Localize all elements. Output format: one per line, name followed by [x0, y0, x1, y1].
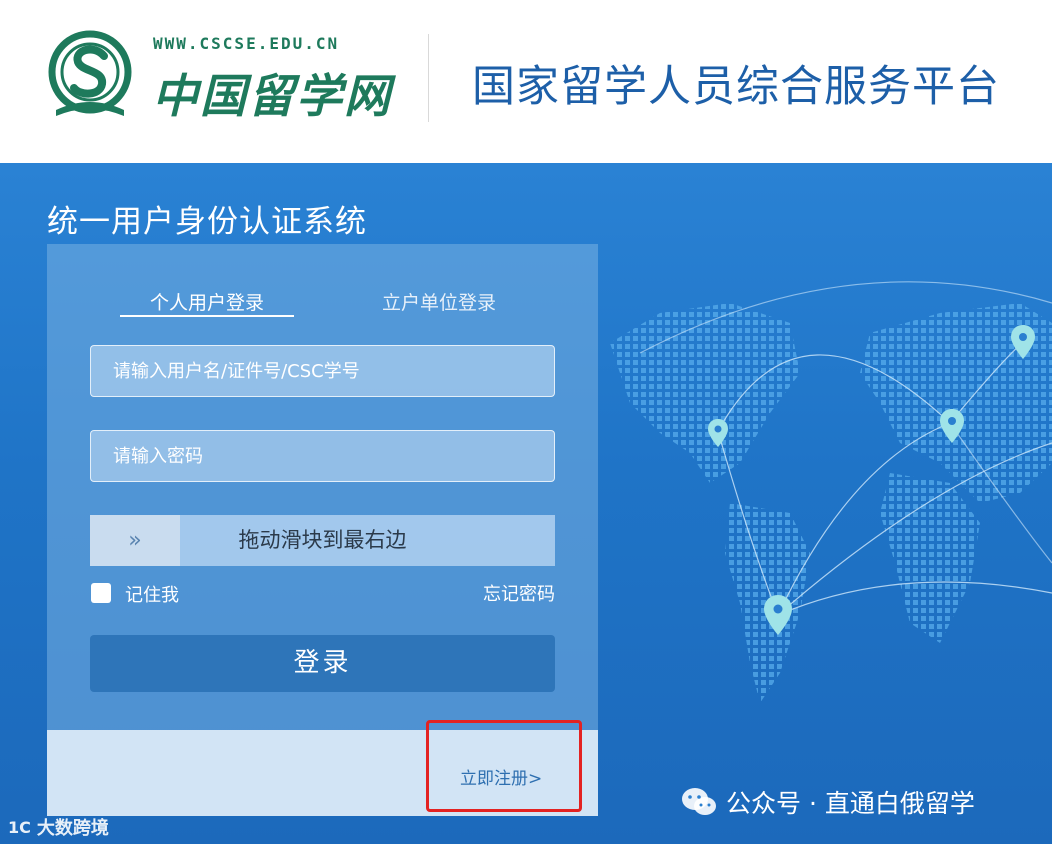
wechat-watermark-text: 公众号 · 直通白俄留学 — [726, 789, 975, 818]
corner-watermark: 1C 大数跨境 — [8, 814, 109, 840]
remember-me-label[interactable]: 记住我 — [125, 581, 179, 607]
wechat-watermark: 公众号 · 直通白俄留学 — [680, 784, 975, 820]
site-name: 中国留学网 — [152, 69, 392, 123]
tab-personal-login[interactable]: 个人用户登录 — [120, 288, 294, 315]
corner-watermark-text: 大数跨境 — [36, 818, 109, 839]
tab-organization-login[interactable]: 立户单位登录 — [352, 288, 526, 315]
login-button[interactable]: 登录 — [90, 635, 555, 692]
platform-title: 国家留学人员综合服务平台 — [472, 62, 1000, 112]
register-highlight-annotation — [426, 720, 582, 812]
wechat-icon — [682, 788, 716, 815]
cscse-logo-icon — [48, 30, 132, 116]
double-chevron-right-icon: » — [128, 528, 142, 553]
active-tab-underline — [120, 315, 294, 317]
site-url: WWW.CSCSE.EDU.CN — [153, 34, 340, 53]
forgot-password-link[interactable]: 忘记密码 — [470, 580, 555, 606]
slider-captcha: » 拖动滑块到最右边 — [90, 515, 555, 566]
header-divider — [428, 34, 429, 122]
slider-instruction: 拖动滑块到最右边 — [238, 528, 407, 552]
remember-me-checkbox[interactable] — [91, 583, 111, 603]
password-input[interactable] — [90, 430, 555, 482]
world-map-illustration — [610, 281, 1052, 703]
corner-logo-icon: 1C — [8, 817, 31, 837]
site-header: WWW.CSCSE.EDU.CN 中国留学网 国家留学人员综合服务平台 — [0, 0, 1052, 163]
slider-handle[interactable]: » — [90, 515, 180, 566]
username-input[interactable] — [90, 345, 555, 397]
auth-system-title: 统一用户身份认证系统 — [47, 204, 367, 240]
